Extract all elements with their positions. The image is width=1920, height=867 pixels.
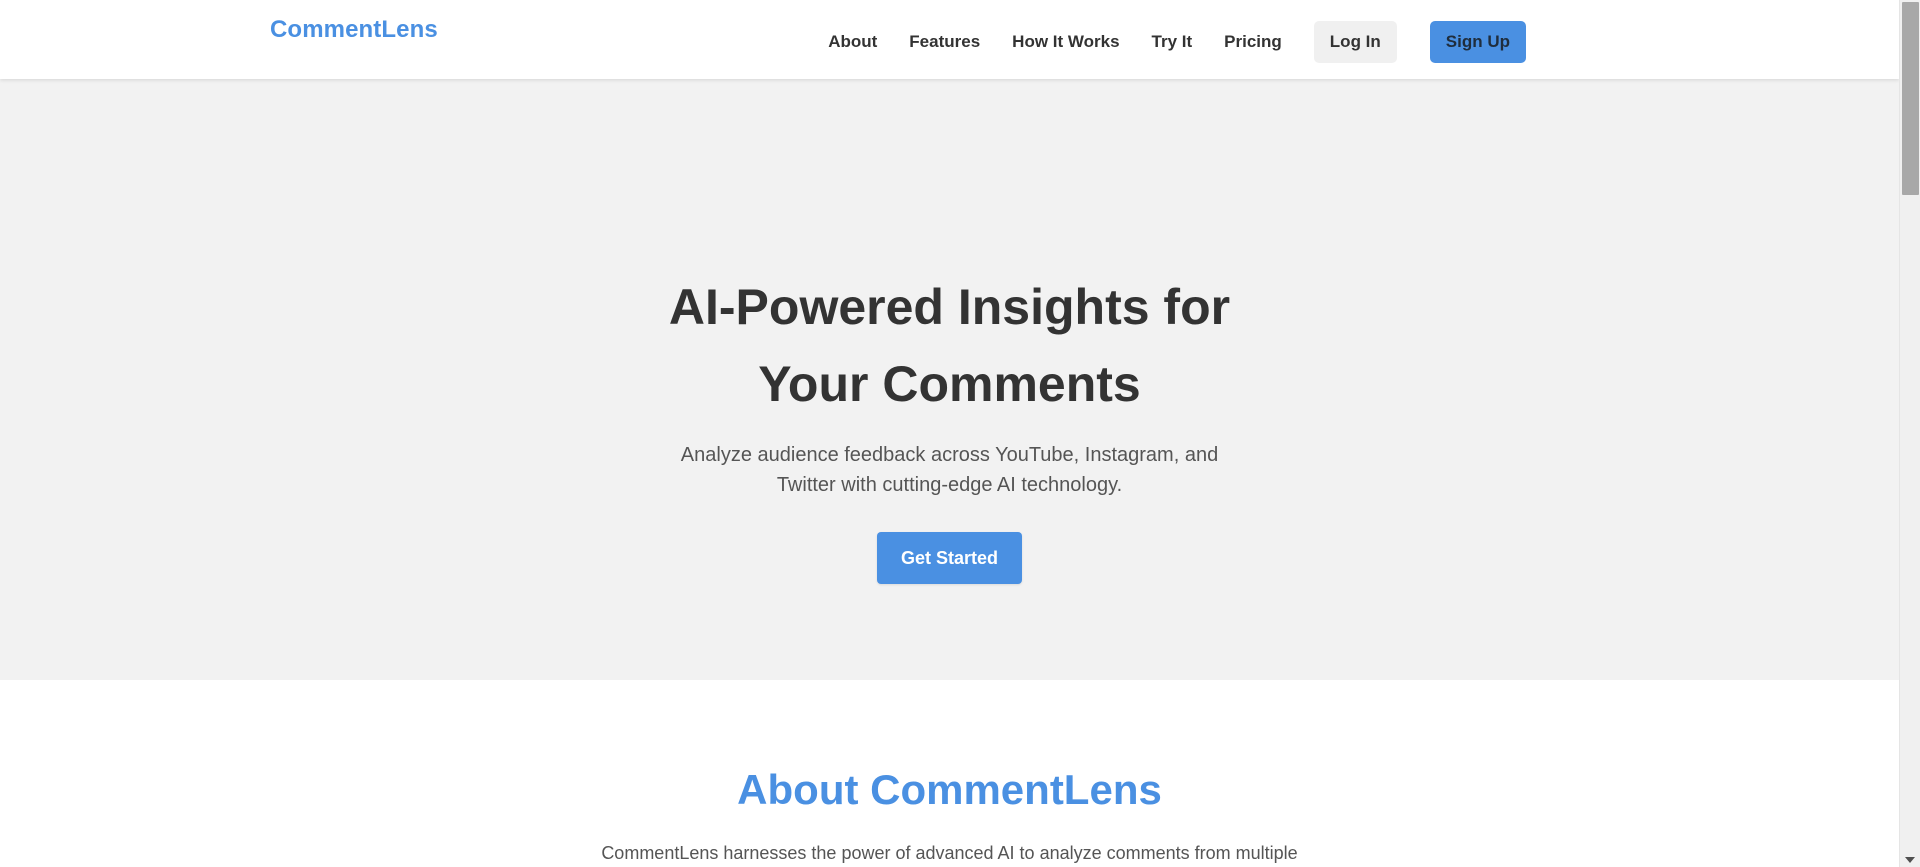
nav-pricing[interactable]: Pricing: [1224, 32, 1282, 52]
hero-title-line1: AI-Powered Insights for: [668, 279, 1231, 335]
main-nav: About Features How It Works Try It Prici…: [828, 21, 1526, 63]
logo[interactable]: CommentLens: [270, 16, 438, 44]
hero-title-line2: Your Comments: [758, 356, 1141, 412]
vertical-scrollbar[interactable]: [1899, 0, 1920, 867]
hero-section: AI-Powered Insights for Your Comments An…: [0, 79, 1899, 680]
nav-about[interactable]: About: [828, 32, 877, 52]
hero-title: AI-Powered Insights for Your Comments: [640, 269, 1260, 423]
scroll-down-arrow-icon[interactable]: [1905, 857, 1915, 863]
get-started-button[interactable]: Get Started: [877, 532, 1022, 584]
login-button[interactable]: Log In: [1313, 21, 1397, 63]
nav-how-it-works[interactable]: How It Works: [1012, 32, 1119, 52]
site-header: CommentLens About Features How It Works …: [0, 0, 1899, 79]
nav-features[interactable]: Features: [909, 32, 980, 52]
scrollbar-thumb[interactable]: [1902, 2, 1919, 195]
hero-subtitle: Analyze audience feedback across YouTube…: [680, 444, 1219, 496]
about-title: About CommentLens: [737, 766, 1162, 813]
about-text: CommentLens harnesses the power of advan…: [601, 843, 1298, 863]
page-viewport: CommentLens About Features How It Works …: [0, 0, 1899, 867]
nav-try-it[interactable]: Try It: [1152, 32, 1193, 52]
about-section: About CommentLens CommentLens harnesses …: [0, 680, 1899, 867]
signup-button[interactable]: Sign Up: [1429, 21, 1526, 63]
